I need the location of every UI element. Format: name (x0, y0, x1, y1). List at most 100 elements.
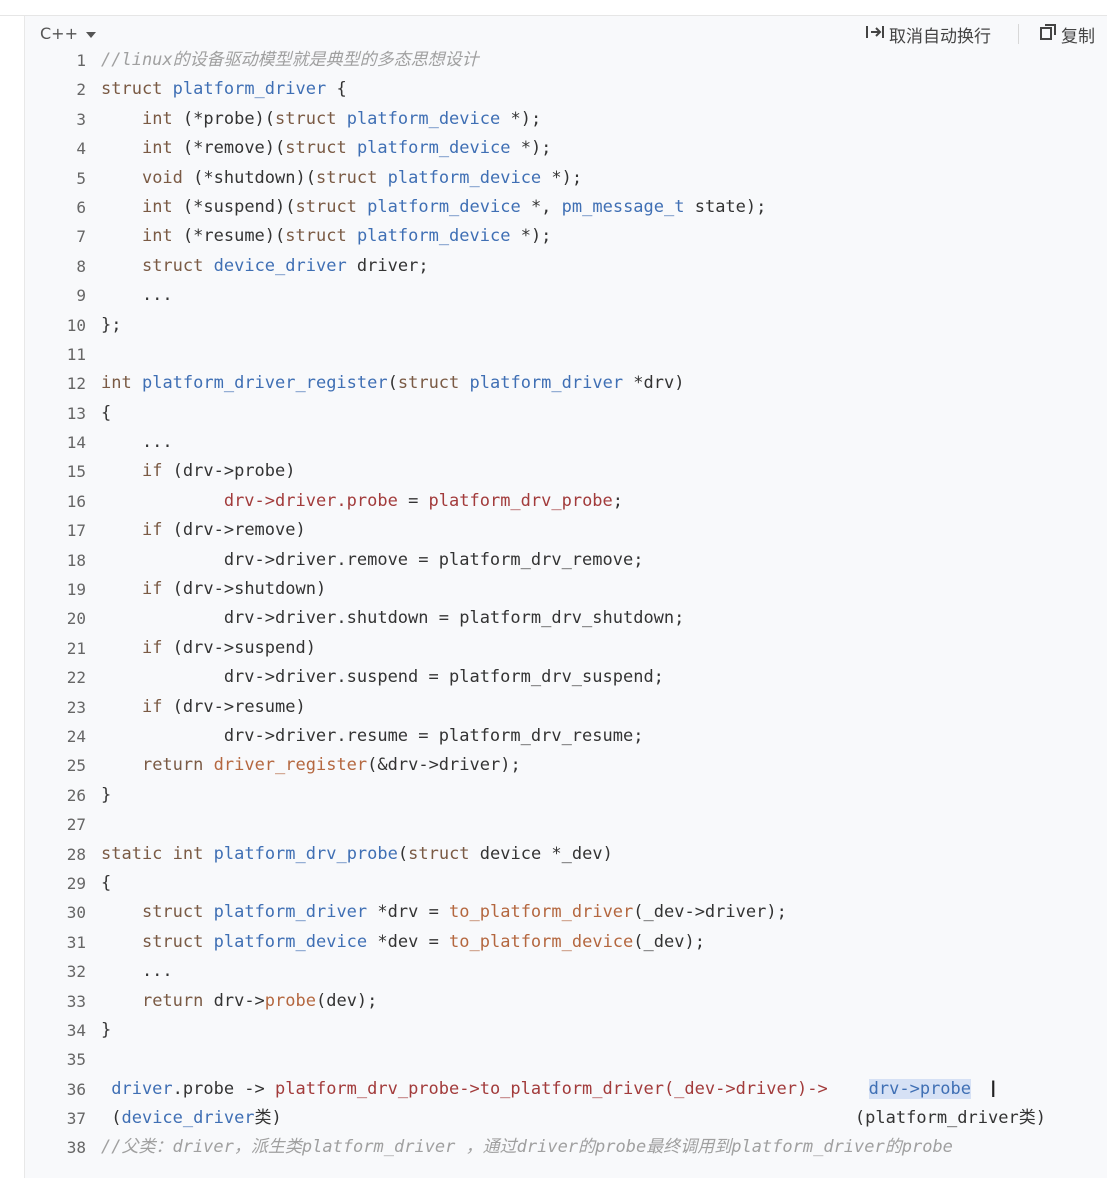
line-code: struct platform_device *dev = to_platfor… (141, 931, 705, 952)
code-line: 28 static int platform_drv_probe(struct d… (25, 840, 1107, 869)
line-number: 7 (76, 227, 86, 247)
line-code: if (drv->probe) (141, 461, 296, 482)
line-number: 28 (66, 844, 86, 864)
code-line: 21 if (drv->suspend) (25, 634, 1107, 663)
line-code: ... (101, 285, 173, 306)
line-code: //父类：driver，派生类platform_driver ，通过driver… (101, 1137, 953, 1158)
line-number: 18 (66, 550, 86, 570)
line-number: 38 (66, 1138, 86, 1158)
code-block: C++ 取消自动换行 复制 1 //linux的设备驱动模型就是典型的多态思想设计… (24, 16, 1107, 1178)
line-code: int platform_driver_register(struct plat… (101, 373, 685, 394)
code-line: 5 void (*shutdown)(struct platform_devic… (25, 164, 1107, 193)
code-line: 10}; (25, 311, 1107, 340)
line-code: drv->driver.resume = platform_drv_resume… (101, 725, 644, 746)
line-code: ... (101, 961, 173, 982)
line-number: 34 (66, 1020, 86, 1040)
line-number: 14 (66, 433, 86, 453)
line-code: drv->driver.suspend = platform_drv_suspe… (101, 667, 664, 688)
code-line: 9 ... (25, 281, 1107, 310)
line-code: //linux的设备驱动模型就是典型的多态思想设计 (101, 50, 479, 70)
code-line: 4 int (*remove)(struct platform_device *… (25, 134, 1107, 163)
code-line: 32 ... (25, 957, 1107, 986)
line-number: 11 (66, 344, 86, 364)
line-number: 9 (76, 286, 86, 306)
chevron-down-icon (85, 31, 96, 38)
line-code: struct device_driver driver; (141, 255, 429, 276)
code-toolbar: C++ 取消自动换行 复制 (25, 16, 1107, 50)
code-line: 3 int (*probe)(struct platform_device *)… (25, 105, 1107, 134)
line-number: 20 (66, 609, 86, 629)
line-number: 32 (66, 962, 86, 982)
line-code: void (*shutdown)(struct platform_device … (141, 167, 583, 188)
line-number: 24 (66, 726, 86, 746)
line-code: if (drv->remove) (141, 520, 306, 541)
language-select[interactable]: C++ (40, 24, 96, 43)
code-line: 34} (25, 1016, 1107, 1045)
line-number: 2 (76, 80, 86, 100)
toolbar-divider (1018, 24, 1019, 44)
language-label: C++ (40, 24, 78, 43)
line-code: ... (101, 432, 173, 453)
code-line: 18 drv->driver.remove = platform_drv_rem… (25, 546, 1107, 575)
line-code: if (drv->resume) (141, 696, 306, 717)
code-line: 1 //linux的设备驱动模型就是典型的多态思想设计 (25, 46, 1107, 75)
toggle-wrap-button[interactable]: 取消自动换行 (865, 22, 991, 47)
line-number: 31 (66, 932, 86, 952)
code-line: 25 return driver_register(&drv->driver); (25, 751, 1107, 780)
line-code: if (drv->shutdown) (141, 579, 327, 600)
line-code: driver.probe -> platform_drv_probe->to_p… (101, 1078, 972, 1099)
code-lines[interactable]: 1 //linux的设备驱动模型就是典型的多态思想设计 2 struct platfo… (25, 46, 1107, 1163)
line-number: 3 (76, 109, 86, 129)
code-line: 29 { (25, 869, 1107, 898)
code-line: 16 drv->driver.probe = platform_drv_prob… (25, 487, 1107, 516)
code-line: 20 drv->driver.shutdown = platform_drv_s… (25, 604, 1107, 633)
line-number: 29 (66, 873, 86, 893)
line-number: 16 (66, 491, 86, 511)
line-number: 1 (76, 51, 86, 70)
line-number: 22 (66, 668, 86, 688)
line-number: 13 (66, 403, 86, 423)
text-cursor-icon: I (990, 1078, 997, 1103)
line-code: struct platform_driver *drv = to_platfor… (141, 902, 787, 923)
code-line: 14 ... (25, 428, 1107, 457)
line-code: int (*probe)(struct platform_device *); (141, 108, 542, 129)
code-line: 27 (25, 810, 1107, 839)
code-line: 35 (25, 1045, 1107, 1074)
line-number: 26 (66, 785, 86, 805)
code-line: 8 struct device_driver driver; (25, 252, 1107, 281)
wrap-icon (865, 24, 885, 45)
top-strip (0, 0, 1107, 16)
code-line: 38 //父类：driver，派生类platform_driver ，通过driv… (25, 1133, 1107, 1162)
line-number: 37 (66, 1109, 86, 1129)
line-code: (device_driver类) (platform_driver类) (101, 1108, 1046, 1129)
line-number: 19 (66, 580, 86, 600)
line-code: return driver_register(&drv->driver); (141, 755, 521, 776)
code-line: 6 int (*suspend)(struct platform_device … (25, 193, 1107, 222)
line-number: 23 (66, 697, 86, 717)
line-code: int (*remove)(struct platform_device *); (141, 138, 552, 159)
copy-label: 复制 (1061, 27, 1095, 47)
line-number: 33 (66, 991, 86, 1011)
line-number: 8 (76, 256, 86, 276)
line-code: static int platform_drv_probe(struct dev… (101, 843, 613, 864)
line-number: 30 (66, 903, 86, 923)
code-line: 11 (25, 340, 1107, 369)
line-code: drv->driver.remove = platform_drv_remove… (101, 549, 644, 570)
code-line: 31 struct platform_device *dev = to_plat… (25, 928, 1107, 957)
line-code: drv->driver.shutdown = platform_drv_shut… (101, 608, 685, 629)
code-line: 36 driver.probe -> platform_drv_probe->t… (25, 1075, 1107, 1104)
code-line: 7 int (*resume)(struct platform_device *… (25, 222, 1107, 251)
line-code: return drv->probe(dev); (141, 990, 378, 1011)
copy-button[interactable]: 复制 (1039, 22, 1095, 47)
copy-icon (1039, 23, 1057, 46)
code-line: 33 return drv->probe(dev); (25, 987, 1107, 1016)
line-code: int (*suspend)(struct platform_device *,… (141, 196, 767, 217)
line-number: 12 (66, 374, 86, 394)
line-code: drv->driver.probe = platform_drv_probe; (223, 490, 624, 511)
line-number: 36 (66, 1079, 86, 1099)
code-line: 12 int platform_driver_register(struct pl… (25, 369, 1107, 398)
line-number: 21 (66, 638, 86, 658)
line-code: { (101, 872, 112, 893)
line-code: { (101, 402, 112, 423)
line-code: } (101, 784, 112, 805)
